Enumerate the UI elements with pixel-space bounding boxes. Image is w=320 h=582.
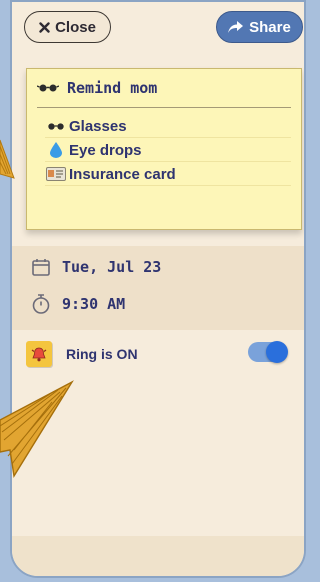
id-card-icon: [45, 167, 67, 181]
close-icon: [39, 21, 50, 33]
ring-row: Ring is ON: [26, 338, 294, 370]
share-button-label: Share: [249, 18, 291, 36]
bottom-band: [12, 536, 304, 576]
note-item-label: Glasses: [69, 117, 127, 135]
close-button[interactable]: Close: [24, 11, 111, 43]
ring-label: Ring is ON: [66, 346, 138, 362]
ring-toggle[interactable]: [248, 341, 288, 363]
share-button[interactable]: Share: [216, 11, 303, 43]
note-item-glasses: Glasses: [45, 115, 291, 138]
date-row[interactable]: Tue, Jul 23: [30, 258, 161, 276]
sticky-note: Remind mom Glasses Eye drops Insurance c…: [26, 68, 302, 230]
alarm-bell-icon: [26, 341, 52, 367]
calendar-icon: [30, 258, 52, 276]
note-item-eye-drops: Eye drops: [45, 139, 291, 162]
stopwatch-icon: [30, 294, 52, 314]
glasses-icon: [37, 83, 59, 93]
share-icon: [228, 21, 244, 33]
time-value: 9:30 AM: [62, 295, 126, 313]
close-button-label: Close: [55, 18, 96, 36]
time-row[interactable]: 9:30 AM: [30, 294, 125, 314]
note-item-insurance-card: Insurance card: [45, 163, 291, 186]
date-value: Tue, Jul 23: [62, 258, 162, 276]
toggle-knob: [266, 341, 288, 363]
note-item-label: Eye drops: [69, 141, 142, 159]
note-item-label: Insurance card: [69, 165, 176, 183]
note-divider: [37, 107, 291, 108]
note-title: Remind mom: [37, 79, 157, 97]
reminder-card: Close Share Remind mom Glasses Eye drops: [10, 0, 306, 578]
note-title-text: Remind mom: [67, 79, 158, 97]
glasses-icon: [45, 122, 67, 131]
droplet-icon: [45, 142, 67, 158]
